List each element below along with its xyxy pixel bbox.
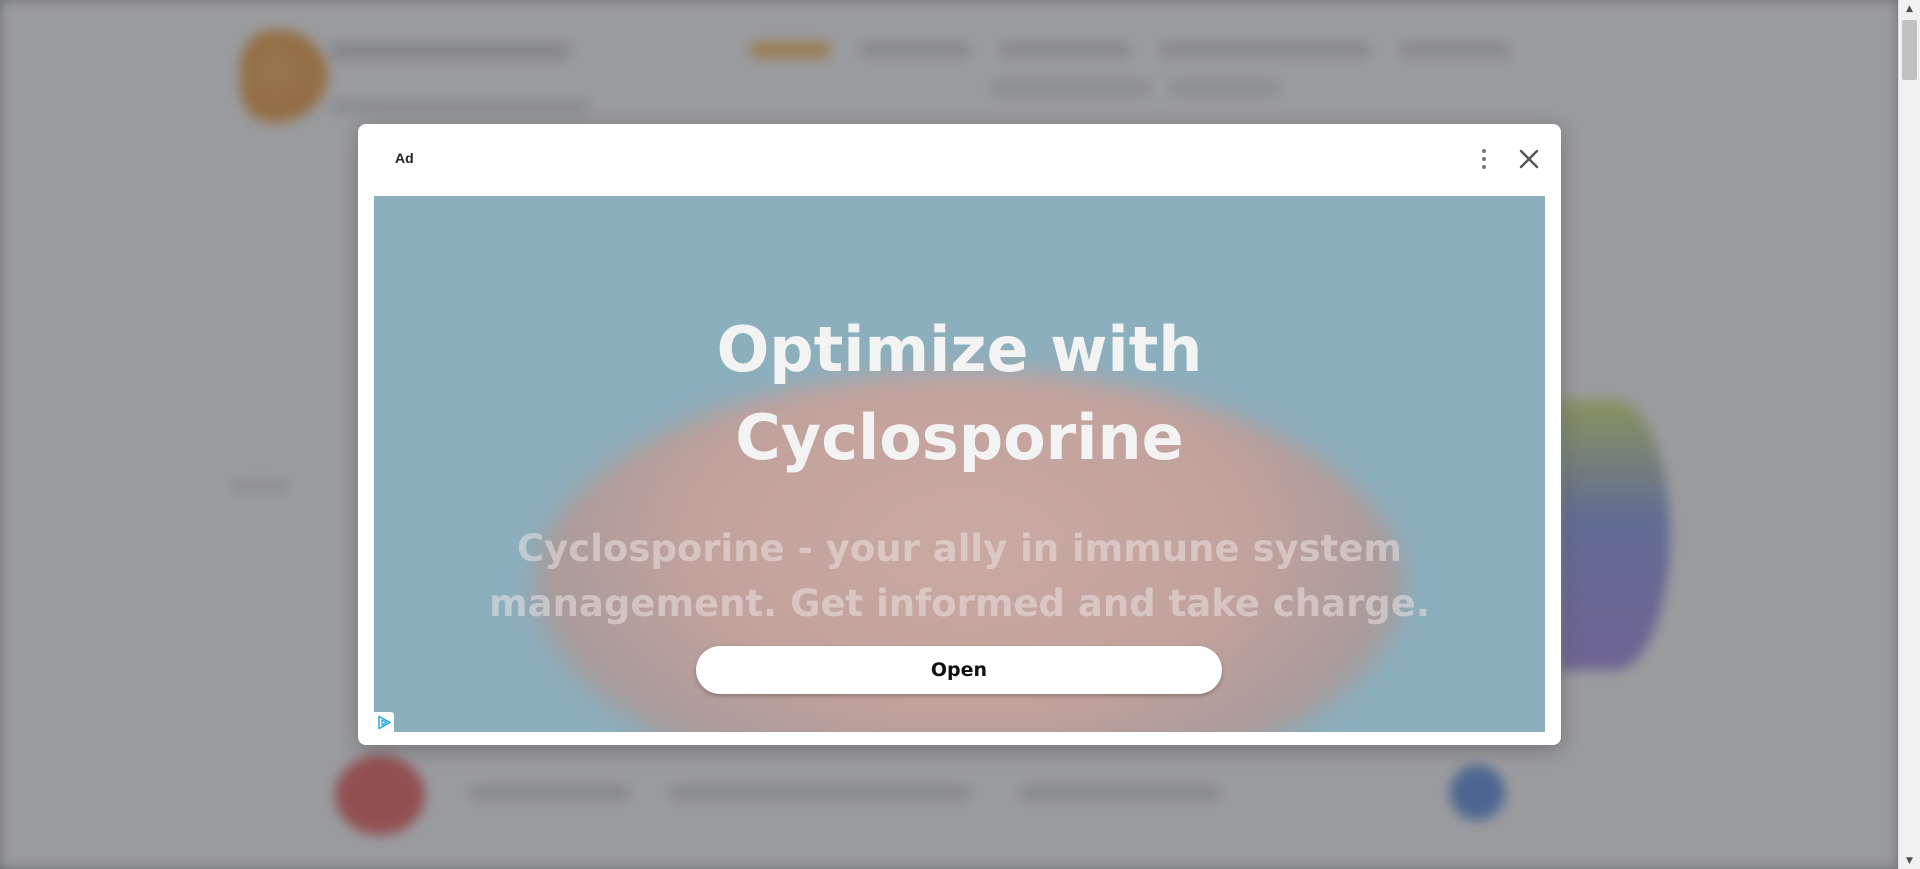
open-ad-button[interactable]: Open <box>696 646 1222 694</box>
close-ad-button[interactable] <box>1512 142 1546 176</box>
ad-description: Cyclosporine - your ally in immune syste… <box>374 521 1545 631</box>
adchoices-icon[interactable] <box>374 712 394 732</box>
ad-creative[interactable]: Optimize with Cyclosporine Cyclosporine … <box>374 196 1545 732</box>
scrollbar-thumb[interactable] <box>1902 20 1917 80</box>
ad-description-line-2: management. Get informed and take charge… <box>489 582 1430 625</box>
ad-headline-line-2: Cyclosporine <box>735 401 1184 474</box>
ad-label: Ad <box>395 150 414 166</box>
scroll-up-arrow-icon[interactable]: ▲ <box>1899 0 1920 17</box>
more-vertical-icon[interactable] <box>1472 146 1496 172</box>
close-icon <box>1519 149 1539 169</box>
ad-headline-line-1: Optimize with <box>716 313 1203 386</box>
scroll-down-arrow-icon[interactable]: ▼ <box>1899 852 1920 869</box>
page-scrollbar[interactable]: ▲ ▼ <box>1898 0 1920 869</box>
ad-description-line-1: Cyclosporine - your ally in immune syste… <box>517 527 1402 570</box>
ad-headline: Optimize with Cyclosporine <box>374 306 1545 482</box>
ad-modal: Ad Optimize with Cyclosporine Cyclospori… <box>358 124 1561 745</box>
